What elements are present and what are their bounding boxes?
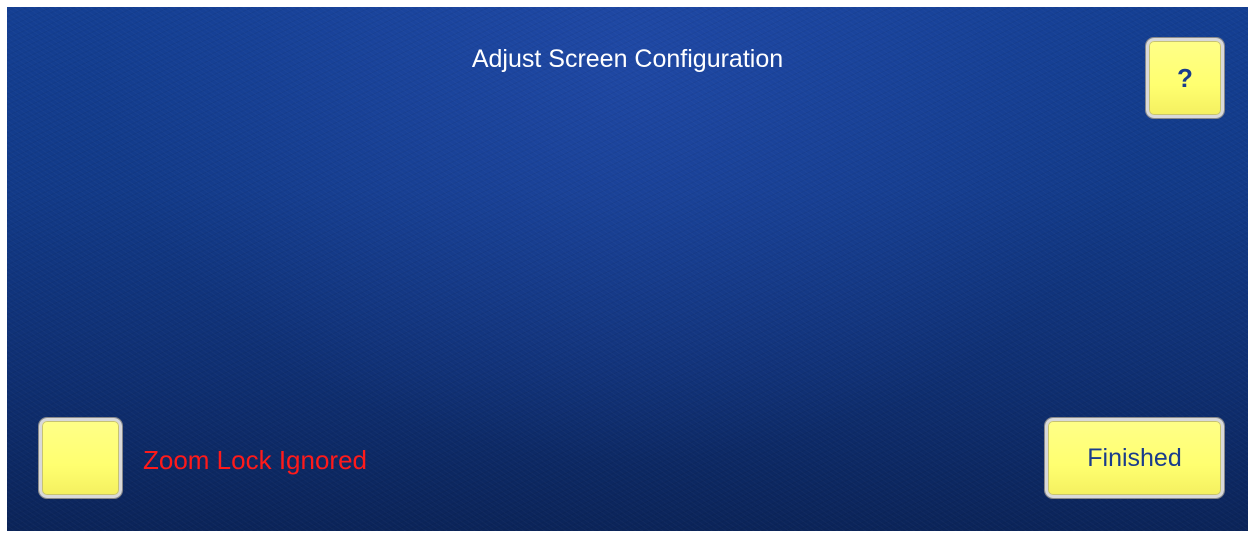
configuration-screen: Adjust Screen Configuration ? Zoom Lock … (7, 7, 1248, 531)
zoom-lock-label: Zoom Lock Ignored (143, 445, 368, 475)
finished-button[interactable]: Finished (1045, 418, 1224, 498)
help-button[interactable]: ? (1146, 38, 1224, 118)
help-icon: ? (1177, 62, 1193, 93)
page-title: Adjust Screen Configuration (471, 45, 784, 73)
zoom-lock-checkbox[interactable] (39, 418, 122, 498)
